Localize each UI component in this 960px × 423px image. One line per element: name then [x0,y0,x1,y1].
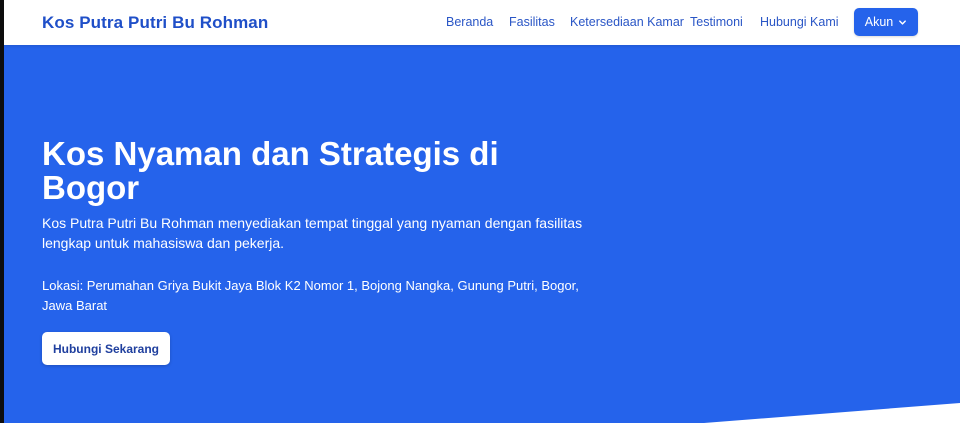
window-left-edge [0,0,4,423]
main-nav: Beranda Fasilitas Ketersediaan Kamar Tes… [4,0,960,45]
hero-section: Kos Nyaman dan Strategis di Bogor Kos Pu… [4,45,960,423]
nav-link-testimoni[interactable]: Testimoni [690,15,743,29]
hero-title: Kos Nyaman dan Strategis di Bogor [42,135,499,206]
nav-link-ketersediaan-kamar[interactable]: Ketersediaan Kamar [570,15,684,29]
hero-location: Lokasi: Perumahan Griya Bukit Jaya Blok … [42,278,579,313]
nav-link-beranda[interactable]: Beranda [446,15,493,29]
contact-now-button[interactable]: Hubungi Sekarang [42,332,170,365]
hero-description: Kos Putra Putri Bu Rohman menyediakan te… [42,215,583,251]
top-navbar: Kos Putra Putri Bu Rohman Beranda Fasili… [4,0,960,45]
account-button-label: Akun [864,15,894,29]
chevron-down-icon [899,19,907,25]
account-dropdown-button[interactable]: Akun [854,8,918,36]
nav-link-hubungi-kami[interactable]: Hubungi Kami [760,15,839,29]
hero-bottom-wave [704,403,960,423]
nav-link-fasilitas[interactable]: Fasilitas [509,15,555,29]
